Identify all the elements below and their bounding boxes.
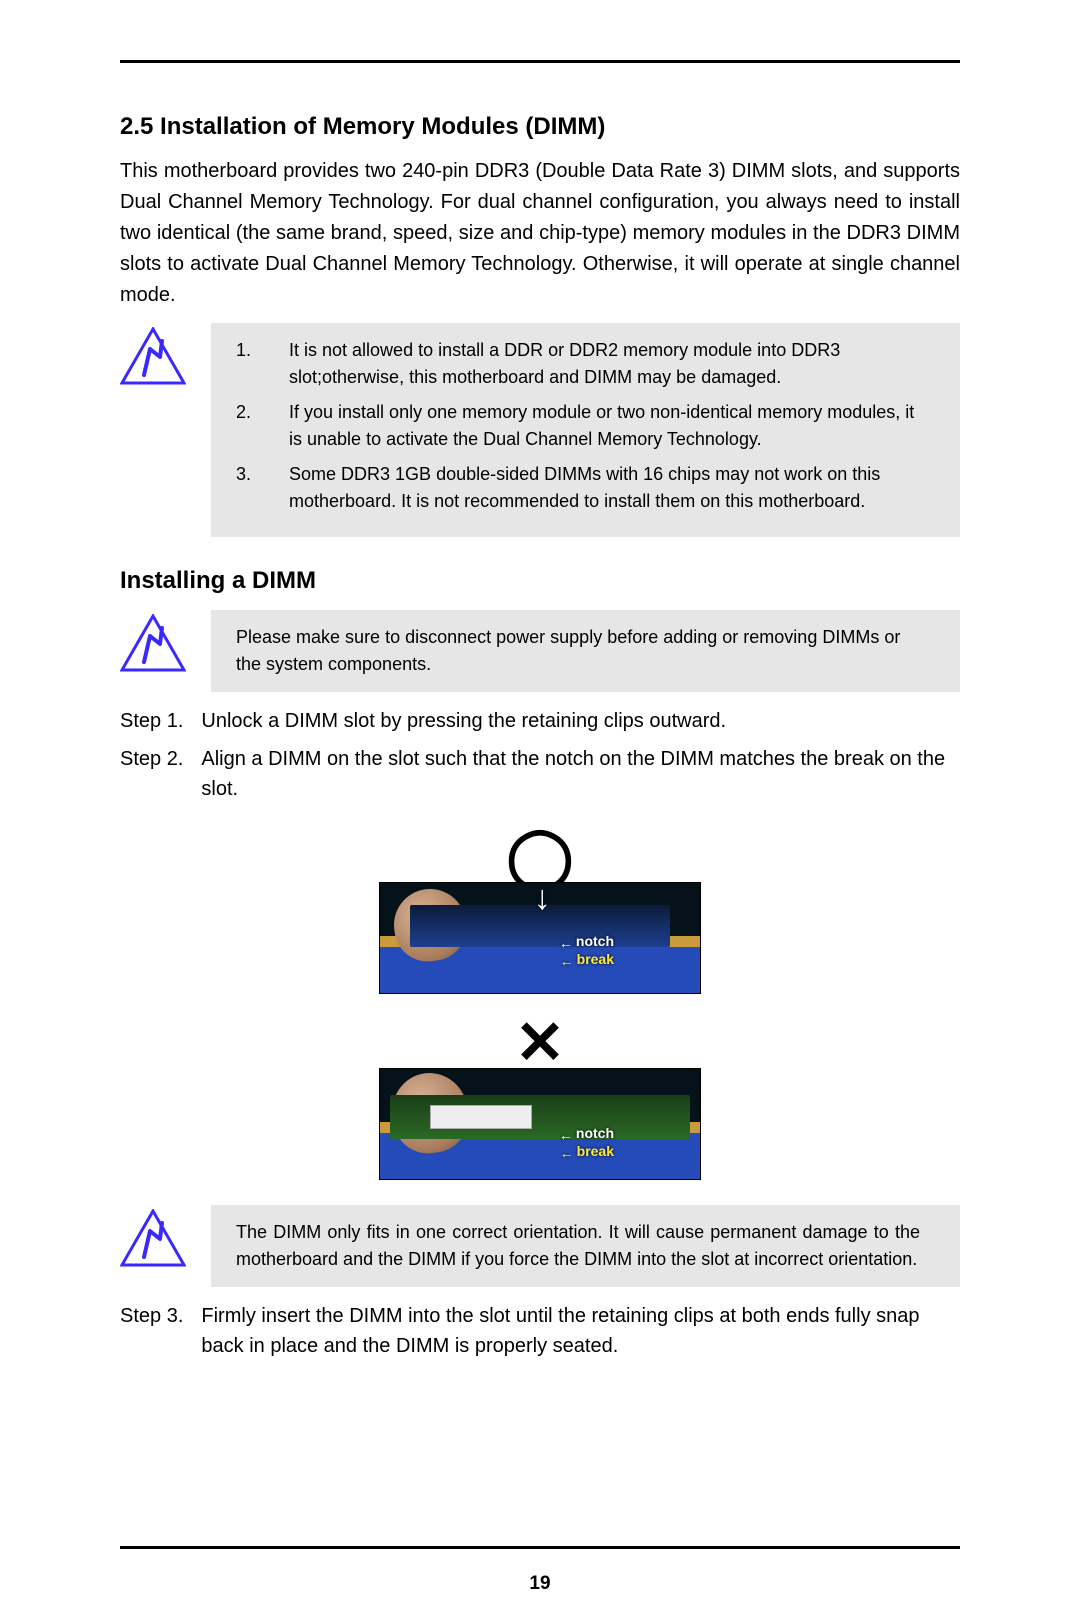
dimm-photo-correct: ↓ ←notch ←break [379, 882, 701, 994]
bottom-rule [120, 1546, 960, 1549]
caution-list: 1. It is not allowed to install a DDR or… [236, 337, 920, 523]
step-text: Unlock a DIMM slot by pressing the retai… [201, 706, 960, 744]
steps-list-a: Step 1. Unlock a DIMM slot by pressing t… [120, 706, 960, 812]
caution-item-text: Some DDR3 1GB double-sided DIMMs with 16… [289, 461, 920, 523]
wrong-mark-icon: ✕ [515, 1013, 565, 1073]
caution-icon [120, 327, 186, 385]
figure-label-notch: ←notch [559, 933, 614, 949]
figure-label-notch: ←notch [559, 1125, 614, 1141]
caution-notice-3: The DIMM only fits in one correct orient… [120, 1205, 960, 1287]
down-arrow-icon: ↓ [534, 879, 551, 918]
page-number: 19 [0, 1573, 1080, 1595]
step-label: Step 2. [120, 744, 201, 812]
caution-item-num: 2. [236, 399, 289, 461]
caution-icon [120, 614, 186, 672]
sub-heading: Installing a DIMM [120, 567, 960, 595]
caution-item-num: 1. [236, 337, 289, 399]
caution-notice-1: 1. It is not allowed to install a DDR or… [120, 323, 960, 537]
caution-icon [120, 1209, 186, 1267]
dimm-module [390, 1095, 690, 1139]
step-text: Align a DIMM on the slot such that the n… [201, 744, 960, 812]
step-label: Step 3. [120, 1301, 201, 1369]
section-heading: 2.5 Installation of Memory Modules (DIMM… [120, 113, 960, 141]
figure-label-break: ←break [560, 1143, 614, 1159]
step-text: Firmly insert the DIMM into the slot unt… [201, 1301, 960, 1369]
step-label: Step 1. [120, 706, 201, 744]
dimm-photo-wrong: ←notch ←break [379, 1068, 701, 1180]
intro-paragraph: This motherboard provides two 240-pin DD… [120, 156, 960, 311]
caution-box-2: Please make sure to disconnect power sup… [211, 610, 960, 692]
dimm-figure: ◯ ↓ ←notch ←break ✕ ←notch ←break [120, 827, 960, 1185]
correct-mark-icon: ◯ [506, 827, 573, 887]
caution-item-text: It is not allowed to install a DDR or DD… [289, 337, 920, 399]
caution-box-1: 1. It is not allowed to install a DDR or… [211, 323, 960, 537]
caution-notice-2: Please make sure to disconnect power sup… [120, 610, 960, 692]
manual-page: 2.5 Installation of Memory Modules (DIMM… [0, 0, 1080, 1619]
caution-box-3: The DIMM only fits in one correct orient… [211, 1205, 960, 1287]
caution-item-num: 3. [236, 461, 289, 523]
steps-list-b: Step 3. Firmly insert the DIMM into the … [120, 1301, 960, 1369]
top-rule [120, 60, 960, 63]
caution-item-text: If you install only one memory module or… [289, 399, 920, 461]
dimm-sticker [430, 1105, 532, 1129]
figure-label-break: ←break [560, 951, 614, 967]
